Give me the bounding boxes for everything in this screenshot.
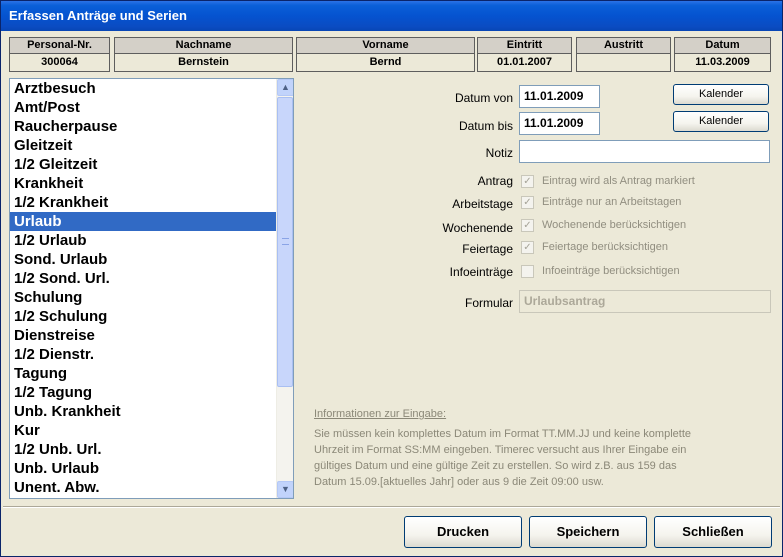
check-icon: ✓ (523, 242, 532, 253)
scroll-thumb[interactable] (277, 97, 293, 387)
dialog-window: Erfassen Anträge und Serien Personal-Nr.… (0, 0, 783, 557)
datum-von-label: Datum von (454, 91, 513, 105)
header-label: Austritt (577, 38, 670, 54)
list-item[interactable]: Urlaub (10, 212, 276, 231)
header-value: 11.03.2009 (675, 54, 770, 71)
absence-type-listbox[interactable]: Arztbesuch Amt/Post Raucherpause Gleitzeit 1… (9, 78, 294, 499)
list-item[interactable]: Unb. Krankheit (10, 402, 276, 421)
header-label: Eintritt (478, 38, 571, 54)
header-vorname: Vorname Bernd (296, 37, 475, 72)
infoeintraege-checkbox[interactable] (521, 265, 534, 278)
feiertage-label: Feiertage (462, 242, 513, 256)
list-item[interactable]: 1/2 Dienstr. (10, 345, 276, 364)
list-item[interactable]: Tagung (10, 364, 276, 383)
antrag-checkbox[interactable]: ✓ (521, 175, 534, 188)
info-line: Uhrzeit im Format SS:MM eingeben. Timere… (314, 444, 687, 456)
list-scrollbar[interactable]: ▲ ▼ (276, 79, 293, 498)
datum-bis-input[interactable]: 11.01.2009 (519, 112, 600, 135)
list-item[interactable]: Dienstreise (10, 326, 276, 345)
header-label: Nachname (115, 38, 292, 54)
list-item[interactable]: 1/2 Gleitzeit (10, 155, 276, 174)
list-item[interactable]: Krankheit (10, 174, 276, 193)
arbeitstage-label: Arbeitstage (452, 197, 513, 211)
list-item[interactable]: Amt/Post (10, 98, 276, 117)
info-line: gültiges Datum und eine gültige Zeit zu … (314, 460, 677, 472)
datum-bis-label: Datum bis (458, 119, 513, 133)
info-heading: Informationen zur Eingabe: (314, 408, 447, 420)
list-item[interactable]: Kur (10, 421, 276, 440)
kalender-von-button[interactable]: Kalender (673, 84, 769, 105)
divider (3, 506, 780, 508)
list-item[interactable]: Schulung (10, 288, 276, 307)
info-line: Sie müssen kein komplettes Datum im Form… (314, 428, 691, 440)
antrag-text: Eintrag wird als Antrag markiert (542, 175, 695, 187)
header-personal-nr: Personal-Nr. 300064 (9, 37, 110, 72)
header-datum: Datum 11.03.2009 (674, 37, 771, 72)
drucken-button[interactable]: Drucken (404, 516, 522, 548)
list-item[interactable]: 1/2 Tagung (10, 383, 276, 402)
kalender-bis-button[interactable]: Kalender (673, 111, 769, 132)
list-item[interactable]: Unent. Abw. (10, 478, 276, 497)
header-label: Personal-Nr. (10, 38, 109, 54)
chevron-up-icon[interactable]: ▲ (277, 79, 293, 96)
feiertage-checkbox[interactable]: ✓ (521, 241, 534, 254)
list-items: Arztbesuch Amt/Post Raucherpause Gleitzeit 1… (10, 79, 276, 497)
chevron-down-icon[interactable]: ▼ (277, 481, 293, 498)
list-item[interactable]: Sond. Urlaub (10, 250, 276, 269)
check-icon: ✓ (523, 220, 532, 231)
feiertage-text: Feiertage berücksichtigen (542, 241, 668, 253)
wochenende-label: Wochenende (442, 221, 514, 235)
arbeitstage-checkbox[interactable]: ✓ (521, 196, 534, 209)
check-icon: ✓ (523, 176, 532, 187)
header-value: 01.01.2007 (478, 54, 571, 71)
infoeintraege-label: Infoeinträge (449, 265, 513, 279)
title-bar: Erfassen Anträge und Serien (1, 1, 782, 31)
wochenende-checkbox[interactable]: ✓ (521, 219, 534, 232)
infoeintraege-text: Infoeinträge berücksichtigen (542, 265, 680, 277)
list-item[interactable]: Unb. Urlaub (10, 459, 276, 478)
list-item[interactable]: 1/2 Schulung (10, 307, 276, 326)
check-icon: ✓ (523, 197, 532, 208)
info-text: Sie müssen kein komplettes Datum im Form… (314, 426, 754, 490)
list-item[interactable]: Arztbesuch (10, 79, 276, 98)
list-item[interactable]: 1/2 Unb. Url. (10, 440, 276, 459)
wochenende-text: Wochenende berücksichtigen (542, 219, 687, 231)
header-value (577, 54, 670, 71)
list-item[interactable]: 1/2 Sond. Url. (10, 269, 276, 288)
schliessen-button[interactable]: Schließen (654, 516, 772, 548)
arbeitstage-text: Einträge nur an Arbeitstagen (542, 196, 682, 208)
grip-icon (282, 238, 289, 245)
list-item[interactable]: 1/2 Krankheit (10, 193, 276, 212)
formular-field: Urlaubsantrag (519, 290, 771, 313)
datum-von-input[interactable]: 11.01.2009 (519, 85, 600, 108)
header-value: 300064 (10, 54, 109, 71)
header-label: Vorname (297, 38, 474, 54)
header-eintritt: Eintritt 01.01.2007 (477, 37, 572, 72)
list-item[interactable]: 1/2 Urlaub (10, 231, 276, 250)
list-item[interactable]: Gleitzeit (10, 136, 276, 155)
header-value: Bernstein (115, 54, 292, 71)
header-nachname: Nachname Bernstein (114, 37, 293, 72)
formular-label: Formular (464, 296, 513, 310)
header-label: Datum (675, 38, 770, 54)
notiz-label: Notiz (485, 146, 513, 160)
info-line: Datum 15.09.[aktuelles Jahr] oder aus 9 … (314, 476, 604, 488)
header-value: Bernd (297, 54, 474, 71)
antrag-label: Antrag (477, 174, 513, 188)
speichern-button[interactable]: Speichern (529, 516, 647, 548)
header-austritt: Austritt (576, 37, 671, 72)
notiz-input[interactable] (519, 140, 770, 163)
list-item[interactable]: Raucherpause (10, 117, 276, 136)
